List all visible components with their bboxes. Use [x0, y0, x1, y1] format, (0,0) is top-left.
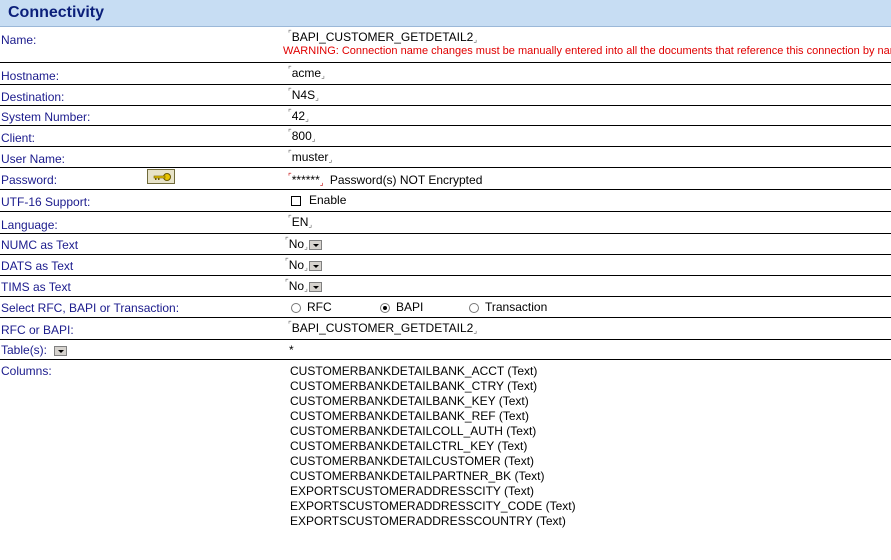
list-item: CUSTOMERBANKDETAILPARTNER_BK (Text)	[290, 469, 545, 483]
hostname-label: Hostname:	[1, 69, 60, 83]
user-name-row: User Name: ⌜muster⌟	[0, 147, 891, 168]
tims-label: TIMS as Text	[1, 280, 71, 294]
list-item: CUSTOMERBANKDETAILCOLL_AUTH (Text)	[290, 424, 537, 438]
list-item: CUSTOMERBANKDETAILCUSTOMER (Text)	[290, 454, 535, 468]
tables-value: *	[289, 343, 294, 357]
radio-transaction[interactable]: Transaction	[469, 300, 547, 314]
hostname-value: acme	[291, 66, 322, 80]
utf16-option-label: Enable	[309, 193, 347, 207]
destination-label: Destination:	[1, 90, 65, 104]
radio-transaction-circle[interactable]	[469, 302, 479, 313]
tables-label: Table(s):	[1, 343, 48, 357]
name-value: BAPI_CUSTOMER_GETDETAIL2	[291, 30, 474, 44]
language-field[interactable]: ⌜EN⌟	[288, 215, 312, 230]
system-number-value: 42	[291, 109, 306, 123]
client-value: 800	[291, 129, 312, 143]
destination-value: N4S	[291, 88, 316, 102]
password-row: Password: ⌜******⌟ Password(s) NOT Encry…	[0, 168, 891, 190]
user-name-value: muster	[291, 150, 329, 164]
rfc-bapi-field[interactable]: ⌜BAPI_CUSTOMER_GETDETAIL2⌟	[288, 321, 477, 336]
field-end-marker: ⌟	[473, 35, 478, 44]
system-number-label: System Number:	[1, 110, 91, 124]
dats-value: No	[288, 258, 305, 272]
radio-rfc-label: RFC	[307, 300, 332, 314]
language-label: Language:	[1, 218, 58, 232]
client-label: Client:	[1, 131, 36, 145]
key-icon	[153, 173, 171, 181]
password-note: Password(s) NOT Encrypted	[329, 173, 483, 187]
user-name-field[interactable]: ⌜muster⌟	[288, 150, 332, 165]
columns-label: Columns:	[1, 364, 52, 378]
numc-row: NUMC as Text ⌜No⌟	[0, 234, 891, 255]
key-button[interactable]	[147, 169, 175, 184]
utf16-label: UTF-16 Support:	[1, 195, 91, 209]
rfc-bapi-value: BAPI_CUSTOMER_GETDETAIL2	[291, 321, 474, 335]
list-item: CUSTOMERBANKDETAILBANK_KEY (Text)	[290, 394, 529, 408]
tims-row: TIMS as Text ⌜No⌟	[0, 276, 891, 297]
list-item: EXPORTSCUSTOMERADDRESSCITY (Text)	[290, 484, 535, 498]
password-label: Password:	[1, 173, 58, 187]
language-row: Language: ⌜EN⌟	[0, 212, 891, 234]
radio-transaction-label: Transaction	[485, 300, 548, 314]
columns-row: Columns: CUSTOMERBANKDETAILBANK_ACCT (Te…	[0, 360, 891, 560]
system-number-field[interactable]: ⌜42⌟	[288, 109, 309, 124]
radio-rfc-circle[interactable]	[291, 302, 301, 313]
name-warning: WARNING: Connection name changes must be…	[283, 45, 891, 57]
columns-list: CUSTOMERBANKDETAILBANK_ACCT (Text) CUSTO…	[290, 364, 576, 529]
radio-bapi-label: BAPI	[396, 300, 424, 314]
rfc-bapi-label: RFC or BAPI:	[1, 323, 74, 337]
list-item: CUSTOMERBANKDETAILCTRL_KEY (Text)	[290, 439, 528, 453]
utf16-row: UTF-16 Support: Enable	[0, 190, 891, 212]
client-row: Client: ⌜800⌟	[0, 126, 891, 147]
select-type-label: Select RFC, BAPI or Transaction:	[1, 301, 180, 315]
radio-bapi-circle[interactable]	[380, 302, 390, 313]
numc-label: NUMC as Text	[1, 238, 79, 252]
tables-row: Table(s): *	[0, 340, 891, 360]
system-number-row: System Number: ⌜42⌟	[0, 106, 891, 126]
name-label: Name:	[1, 33, 37, 47]
numc-select[interactable]: ⌜No⌟	[285, 237, 322, 251]
dats-select[interactable]: ⌜No⌟	[285, 258, 322, 272]
section-title: Connectivity	[8, 4, 105, 21]
password-field[interactable]: ⌜******⌟ Password(s) NOT Encrypted	[288, 173, 483, 188]
section-header: Connectivity	[0, 0, 891, 27]
radio-rfc[interactable]: RFC	[291, 300, 332, 314]
chevron-down-icon[interactable]	[54, 345, 68, 356]
password-value: ******	[291, 173, 320, 187]
list-item: CUSTOMERBANKDETAILBANK_ACCT (Text)	[290, 364, 538, 378]
destination-row: Destination: ⌜N4S⌟	[0, 85, 891, 106]
dats-label: DATS as Text	[1, 259, 74, 273]
utf16-option[interactable]: Enable	[291, 193, 346, 207]
utf16-checkbox[interactable]	[291, 195, 301, 206]
destination-field[interactable]: ⌜N4S⌟	[288, 88, 319, 103]
select-type-row: Select RFC, BAPI or Transaction: RFC BAP…	[0, 297, 891, 318]
numc-value: No	[288, 237, 305, 251]
tims-value: No	[288, 279, 305, 293]
chevron-down-icon[interactable]	[308, 281, 322, 292]
tables-label-wrap: Table(s):	[1, 343, 68, 357]
list-item: CUSTOMERBANKDETAILBANK_CTRY (Text)	[290, 379, 538, 393]
list-item: EXPORTSCUSTOMERADDRESSCOUNTRY (Text)	[290, 514, 566, 528]
radio-bapi[interactable]: BAPI	[380, 300, 423, 314]
list-item: EXPORTSCUSTOMERADDRESSCITY_CODE (Text)	[290, 499, 576, 513]
chevron-down-icon[interactable]	[308, 260, 322, 271]
name-row: Name: ⌜BAPI_CUSTOMER_GETDETAIL2⌟ WARNING…	[0, 27, 891, 63]
hostname-row: Hostname: ⌜acme⌟	[0, 63, 891, 85]
dats-row: DATS as Text ⌜No⌟	[0, 255, 891, 276]
hostname-field[interactable]: ⌜acme⌟	[288, 66, 325, 81]
client-field[interactable]: ⌜800⌟	[288, 129, 316, 144]
field-end-marker: ⌟	[319, 178, 324, 187]
list-item: CUSTOMERBANKDETAILBANK_REF (Text)	[290, 409, 529, 423]
rfc-bapi-row: RFC or BAPI: ⌜BAPI_CUSTOMER_GETDETAIL2⌟	[0, 318, 891, 340]
tims-select[interactable]: ⌜No⌟	[285, 279, 322, 293]
name-field[interactable]: ⌜BAPI_CUSTOMER_GETDETAIL2⌟	[288, 30, 478, 45]
user-name-label: User Name:	[1, 152, 66, 166]
language-value: EN	[291, 215, 309, 229]
chevron-down-icon[interactable]	[308, 239, 322, 250]
